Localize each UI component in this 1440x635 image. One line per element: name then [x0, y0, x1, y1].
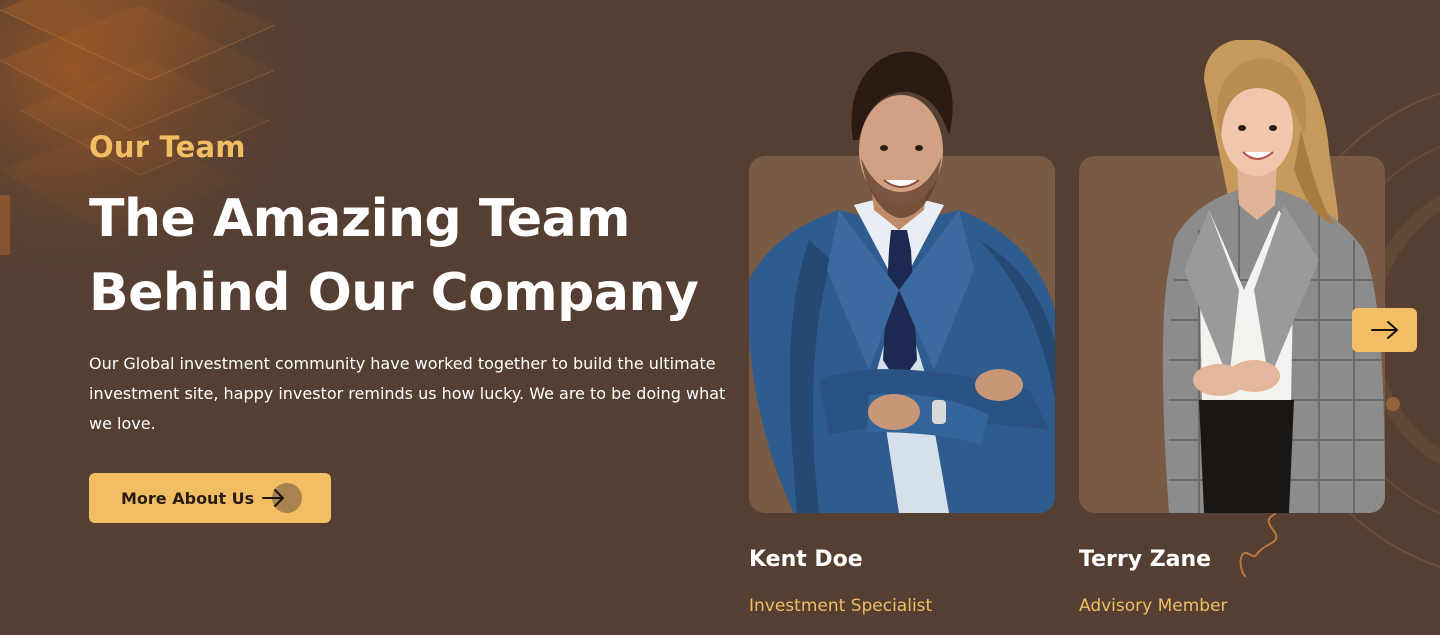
team-member-name: Terry Zane: [1079, 547, 1212, 572]
more-about-us-button[interactable]: More About Us: [89, 473, 331, 523]
carousel-next-button[interactable]: [1352, 308, 1417, 352]
team-member-role: Investment Specialist: [749, 596, 933, 616]
more-about-us-label: More About Us: [121, 488, 255, 508]
section-headline: The Amazing Team Behind Our Company: [89, 189, 699, 323]
arrow-right-icon: [262, 483, 303, 513]
team-member-name: Kent Doe: [749, 547, 863, 572]
team-member-photo: [1162, 40, 1385, 513]
team-card[interactable]: Kent Doe Investment Specialist: [749, 40, 1055, 630]
team-section: Our Team The Amazing Team Behind Our Com…: [0, 0, 1440, 635]
team-card[interactable]: Terry Zane Advisory Member: [1079, 40, 1385, 630]
section-eyebrow: Our Team: [89, 130, 246, 164]
section-description: Our Global investment community have wor…: [89, 354, 726, 433]
team-member-role: Advisory Member: [1079, 596, 1228, 616]
team-member-photo: [749, 51, 1055, 513]
arrow-right-icon: [1370, 321, 1398, 339]
